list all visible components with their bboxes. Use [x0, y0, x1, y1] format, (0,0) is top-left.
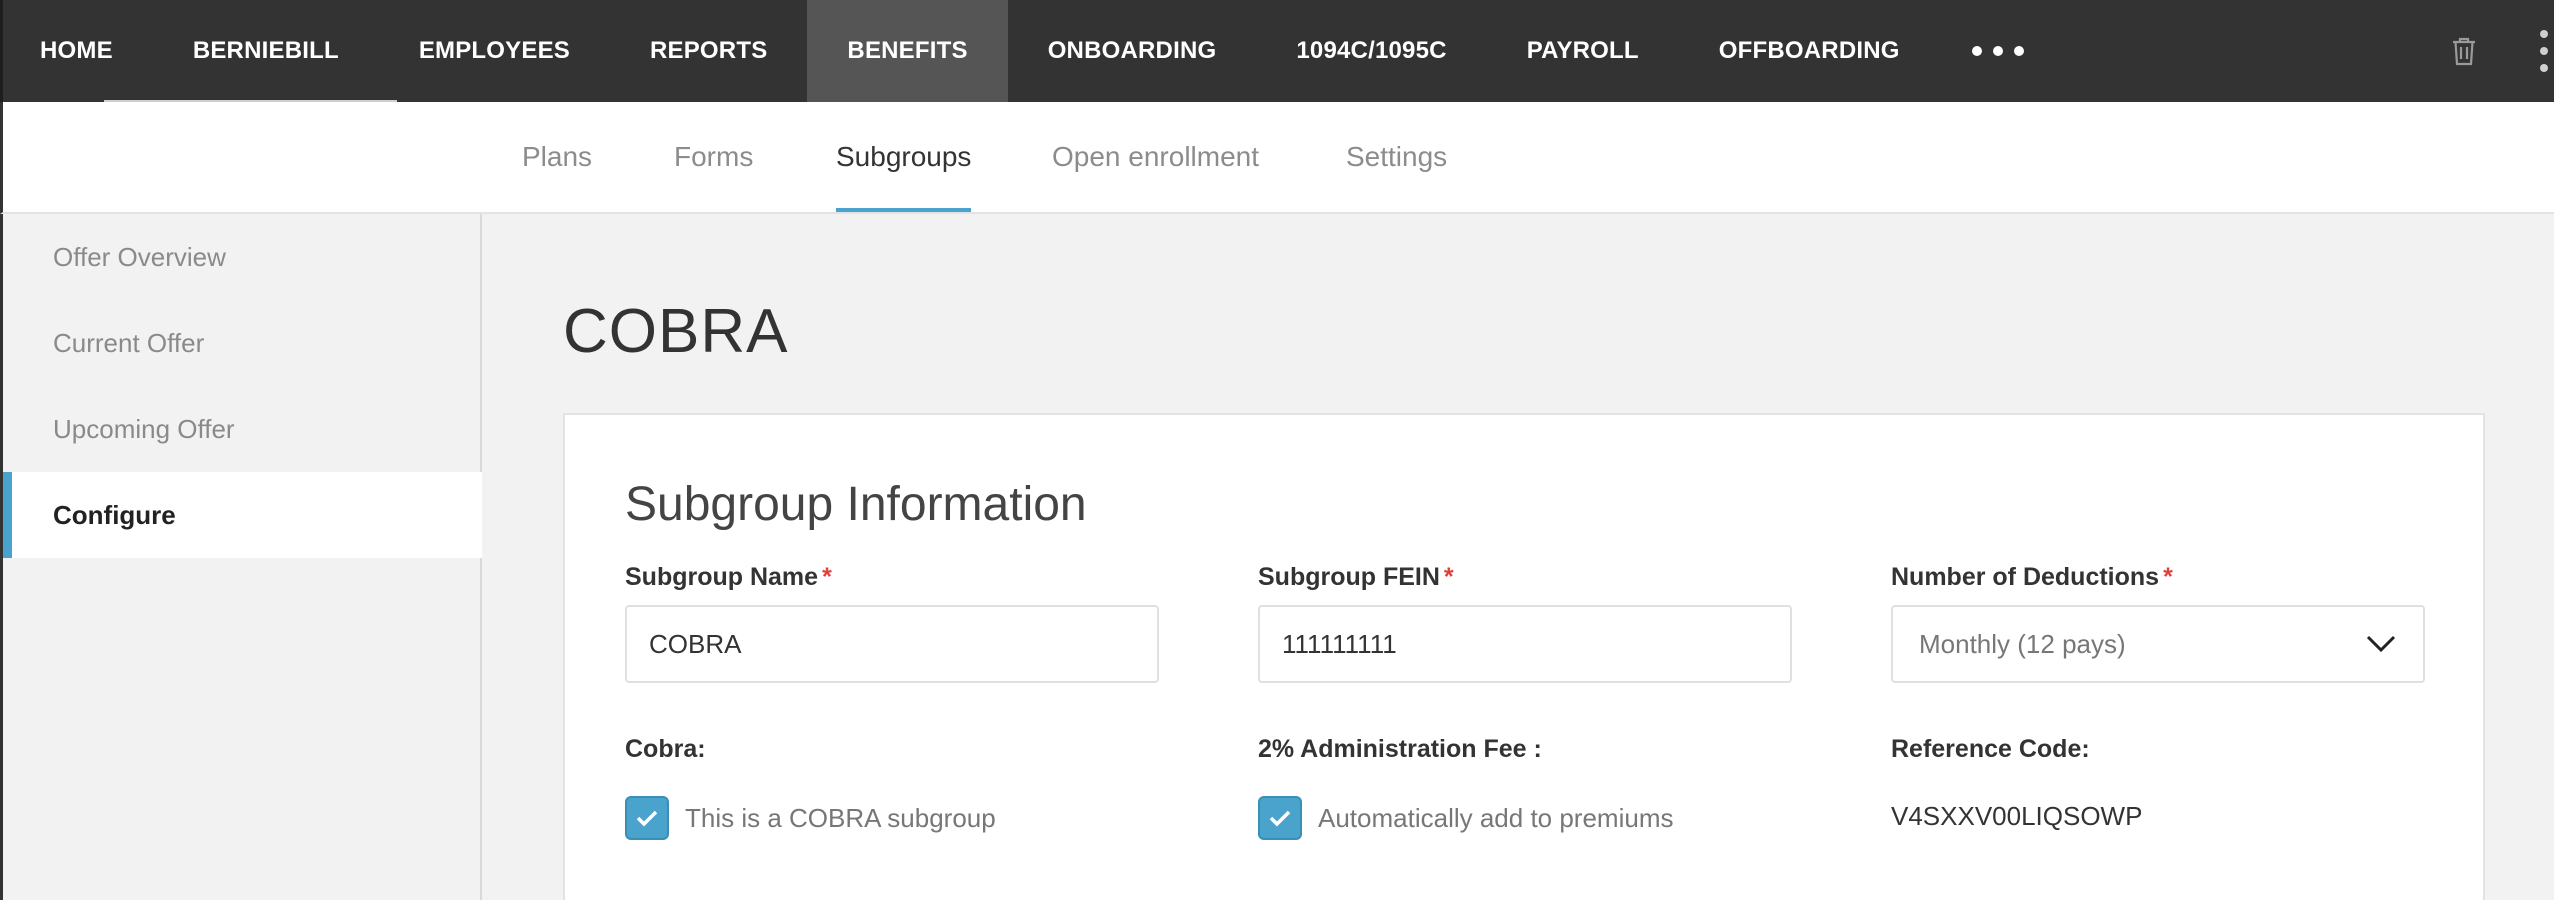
admin-fee-checkbox-label: Automatically add to premiums	[1318, 803, 1674, 833]
tab-active-indicator	[836, 208, 972, 212]
nav-item-home[interactable]: HOME	[0, 0, 153, 102]
subgroup-information-card: Subgroup Information Subgroup Name* Subg…	[563, 413, 2485, 900]
required-marker: *	[2163, 563, 2173, 591]
sidebar-item-label: Configure	[53, 499, 176, 530]
trash-icon[interactable]	[2444, 31, 2484, 71]
check-icon	[636, 810, 658, 827]
nav-item-employees[interactable]: EMPLOYEES	[379, 0, 610, 102]
nav-item-berniebill[interactable]: BERNIEBILL	[153, 0, 379, 102]
subgroup-fein-label: Subgroup FEIN *	[1258, 563, 1454, 592]
cobra-checkbox[interactable]	[625, 796, 669, 840]
reference-code-label: Reference Code:	[1891, 735, 2090, 763]
tab-forms[interactable]: Forms	[674, 102, 753, 212]
cobra-label: Cobra:	[625, 735, 706, 763]
sidebar-item-label: Upcoming Offer	[53, 413, 235, 444]
tab-subgroups-label: Subgroups	[836, 141, 972, 172]
nav-item-offboarding[interactable]: OFFBOARDING	[1679, 0, 1940, 102]
sidebar-item-current-offer[interactable]: Current Offer	[3, 300, 482, 386]
cobra-checkbox-label: This is a COBRA subgroup	[685, 803, 996, 833]
check-icon	[1269, 810, 1291, 827]
sidebar-item-label: Offer Overview	[53, 241, 226, 272]
nav-item-1094c-1095c[interactable]: 1094C/1095C	[1256, 0, 1486, 102]
nav-item-reports[interactable]: REPORTS	[610, 0, 807, 102]
tab-open-enrollment-label: Open enrollment	[1052, 141, 1260, 172]
admin-fee-checkbox[interactable]	[1258, 796, 1302, 840]
sidebar-item-configure[interactable]: Configure	[3, 472, 482, 558]
tab-plans-label: Plans	[522, 141, 593, 172]
more-vertical-icon[interactable]	[2534, 26, 2554, 76]
nav-item-benefits[interactable]: BENEFITS	[807, 0, 1008, 102]
tab-settings[interactable]: Settings	[1346, 102, 1447, 212]
card-title: Subgroup Information	[625, 478, 1087, 531]
subgroup-fein-label-text: Subgroup FEIN	[1258, 563, 1440, 591]
deductions-select[interactable]: Monthly (12 pays)	[1891, 605, 2425, 683]
nav-left-edge	[0, 0, 3, 102]
top-navigation: HOME BERNIEBILL EMPLOYEES REPORTS BENEFI…	[0, 0, 2554, 102]
subgroup-fein-input[interactable]	[1258, 605, 1792, 683]
required-marker: *	[822, 563, 832, 591]
page-title: COBRA	[563, 297, 789, 366]
tab-settings-label: Settings	[1346, 141, 1448, 172]
reference-code-value: V4SXXV00LIQSOWP	[1891, 801, 2143, 831]
more-horizontal-icon[interactable]	[1940, 0, 2056, 102]
nav-item-payroll[interactable]: PAYROLL	[1487, 0, 1679, 102]
deductions-label-text: Number of Deductions	[1891, 563, 2160, 591]
nav-item-onboarding[interactable]: ONBOARDING	[1008, 0, 1257, 102]
tab-open-enrollment[interactable]: Open enrollment	[1052, 102, 1259, 212]
admin-fee-label: 2% Administration Fee :	[1258, 735, 1542, 763]
deductions-selected-value: Monthly (12 pays)	[1919, 628, 2126, 659]
sidebar: Offer Overview Current Offer Upcoming Of…	[0, 214, 482, 900]
benefits-subtabs: Plans Forms Subgroups Open enrollment Se…	[0, 102, 2554, 214]
subgroup-name-label-text: Subgroup Name	[625, 563, 819, 591]
tab-plans[interactable]: Plans	[522, 102, 592, 212]
sidebar-item-label: Current Offer	[53, 327, 205, 358]
tab-forms-label: Forms	[674, 141, 754, 172]
nav-right-actions	[2444, 0, 2554, 102]
tab-subgroups[interactable]: Subgroups	[836, 102, 972, 212]
deductions-label: Number of Deductions *	[1891, 563, 2173, 592]
chevron-down-icon	[2365, 634, 2397, 654]
required-marker: *	[1443, 563, 1454, 591]
sidebar-item-offer-overview[interactable]: Offer Overview	[3, 214, 482, 300]
sidebar-item-upcoming-offer[interactable]: Upcoming Offer	[3, 386, 482, 472]
subgroup-name-input[interactable]	[625, 605, 1159, 683]
subgroup-name-label: Subgroup Name *	[625, 563, 832, 592]
